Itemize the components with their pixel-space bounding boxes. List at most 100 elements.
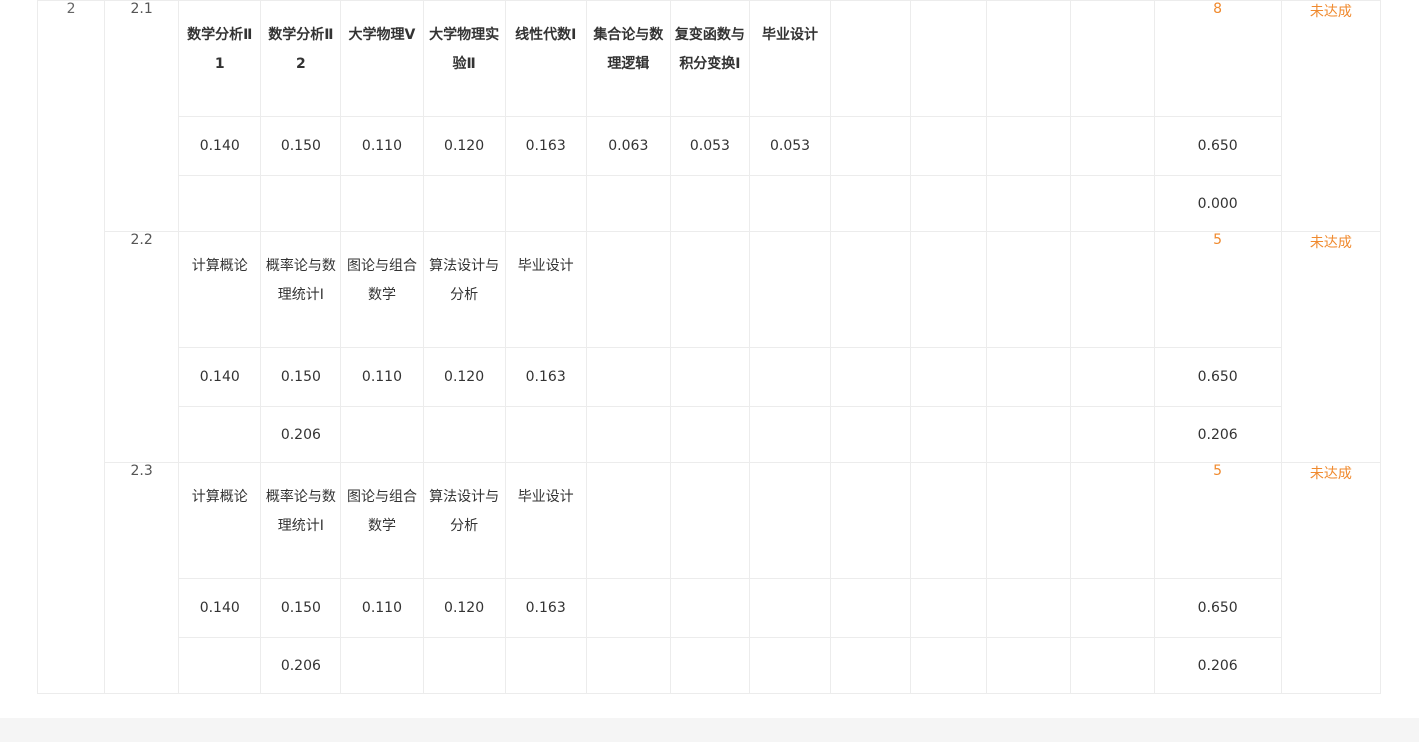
score-cell (830, 175, 912, 232)
weight-sum: 0.650 (1153, 116, 1282, 176)
page-footer-band (0, 718, 1419, 742)
score-cell (340, 406, 424, 463)
score-cell (830, 637, 912, 694)
course-cell: 图论与组合数学 (340, 462, 424, 579)
weight-cell (830, 347, 912, 407)
weight-cell: 0.150 (260, 578, 342, 638)
course-cell (748, 231, 832, 348)
weight-cell (910, 116, 988, 176)
weight-cell: 0.140 (178, 347, 262, 407)
course-cell (669, 462, 750, 579)
course-cell (986, 0, 1072, 117)
score-cell (340, 637, 424, 694)
weight-row: 0.140 0.150 0.110 0.120 0.163 0.650 (38, 578, 1381, 638)
weight-cell: 0.140 (178, 578, 262, 638)
course-cell: 数学分析Ⅱ1 (178, 0, 262, 117)
course-cell: 大学物理实验Ⅱ (422, 0, 506, 117)
weight-sum: 0.650 (1153, 347, 1282, 407)
weight-cell (1070, 116, 1155, 176)
course-name-row: 2 2.1 数学分析Ⅱ1 数学分析Ⅱ2 大学物理Ⅴ 大学物理实验Ⅱ 线性代数Ⅰ 集合论与数理逻… (36, 0, 1382, 694)
score-cell (585, 175, 671, 232)
course-cell (986, 231, 1072, 348)
status-badge: 未达成 (1280, 0, 1382, 232)
weight-cell (910, 347, 988, 407)
course-cell (748, 462, 832, 579)
course-cell (830, 0, 912, 117)
course-name: 图论与组合数学 (346, 489, 417, 534)
score-cell (830, 406, 912, 463)
score-cell (178, 637, 262, 694)
weight-cell: 0.120 (422, 116, 506, 176)
weight-cell (748, 347, 832, 407)
score-cell (748, 406, 832, 463)
score-cell (504, 637, 587, 694)
course-count: 5 (1153, 231, 1282, 348)
score-row: 0.000 (38, 175, 1381, 232)
course-cell (986, 462, 1072, 579)
weight-cell (830, 116, 912, 176)
weight-cell (986, 578, 1072, 638)
course-cell: 概率论与数理统计Ⅰ (260, 462, 342, 579)
weight-cell (986, 347, 1072, 407)
course-name-row: 2.3 计算概论 概率论与数理统计Ⅰ 图论与组合数学 算法设计与分析 毕业设计 5 未达成 (38, 462, 1382, 694)
course-cell (910, 0, 988, 117)
weight-cell: 0.110 (340, 578, 424, 638)
course-name: 概率论与数理统计Ⅰ (265, 489, 336, 534)
score-cell (986, 175, 1072, 232)
group-number-cell: 2 (36, 0, 106, 694)
score-cell (178, 406, 262, 463)
weight-cell (1070, 347, 1155, 407)
weight-cell: 0.053 (748, 116, 832, 176)
weight-row: 0.140 0.150 0.110 0.120 0.163 0.650 (38, 347, 1381, 407)
course-cell: 计算概论 (178, 231, 262, 348)
course-cell: 数学分析Ⅱ2 (260, 0, 342, 117)
weight-sum: 0.650 (1153, 578, 1282, 638)
weight-cell: 0.163 (504, 347, 587, 407)
score-sum: 0.206 (1153, 406, 1282, 463)
score-cell (1070, 406, 1155, 463)
score-cell (585, 637, 671, 694)
score-cell (910, 175, 988, 232)
weight-cell: 0.120 (422, 578, 506, 638)
course-cell: 线性代数Ⅰ (504, 0, 587, 117)
score-cell (910, 406, 988, 463)
course-cell: 概率论与数理统计Ⅰ (260, 231, 342, 348)
score-sum: 0.000 (1153, 175, 1282, 232)
score-cell (422, 175, 506, 232)
weight-cell (1070, 578, 1155, 638)
course-cell (585, 462, 671, 579)
weight-cell: 0.150 (260, 347, 342, 407)
course-cell: 毕业设计 (504, 231, 587, 348)
course-cell (830, 462, 912, 579)
weight-cell: 0.053 (669, 116, 750, 176)
score-cell (910, 637, 988, 694)
group-number: 2 (66, 1, 76, 17)
course-name: 算法设计与分析 (429, 489, 500, 534)
course-cell: 毕业设计 (748, 0, 832, 117)
score-cell (986, 406, 1072, 463)
score-cell (1070, 175, 1155, 232)
course-count: 8 (1153, 0, 1282, 117)
course-name: 毕业设计 (517, 489, 574, 505)
indicator-index: 2.2 (104, 231, 180, 463)
weight-cell (748, 578, 832, 638)
course-cell: 算法设计与分析 (422, 462, 506, 579)
weight-cell: 0.163 (504, 116, 587, 176)
course-cell: 复变函数与积分变换Ⅰ (669, 0, 750, 117)
score-row: 0.206 0.206 (38, 637, 1381, 694)
course-cell: 集合论与数理逻辑 (585, 0, 671, 117)
score-cell (748, 637, 832, 694)
course-cell (1070, 231, 1155, 348)
weight-row: 0.140 0.150 0.110 0.120 0.163 0.063 0.053 0.053… (38, 116, 1381, 176)
weight-cell (830, 578, 912, 638)
weight-cell (669, 347, 750, 407)
score-cell (585, 406, 671, 463)
course-name: 计算概论 (191, 489, 248, 505)
weight-cell: 0.140 (178, 116, 262, 176)
course-cell (1070, 462, 1155, 579)
indicator-index: 2.3 (104, 462, 180, 694)
weight-cell (669, 578, 750, 638)
course-name: 计算概论 (191, 258, 248, 274)
course-name: 算法设计与分析 (429, 258, 500, 303)
indicator-index: 2.1 (104, 0, 180, 232)
